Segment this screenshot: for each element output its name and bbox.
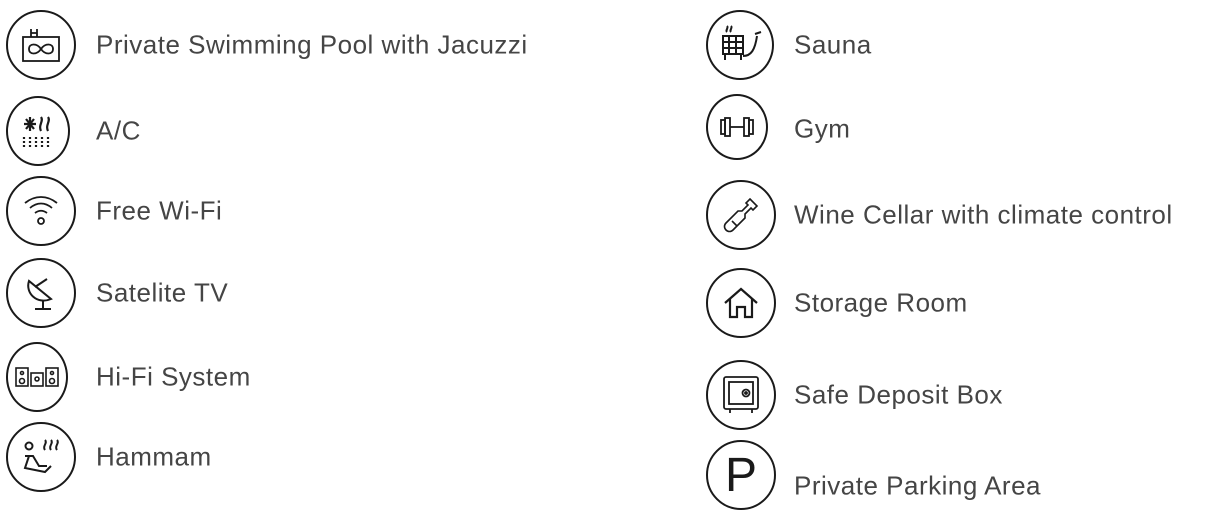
- amenity-item-sauna: Sauna: [706, 10, 1156, 80]
- amenity-item-gym: Gym: [706, 94, 1156, 164]
- amenity-label: Private Swimming Pool with Jacuzzi: [96, 29, 528, 60]
- amenity-label: Wine Cellar with climate control: [794, 199, 1173, 230]
- sauna-icon: [706, 10, 774, 80]
- amenity-item-wifi: Free Wi-Fi: [6, 176, 406, 246]
- amenity-label: Private Parking Area: [794, 470, 1042, 500]
- air-conditioning-icon: [6, 96, 70, 166]
- safe-icon: [706, 360, 776, 430]
- speakers-icon: [6, 342, 68, 412]
- amenity-item-safe: Safe Deposit Box: [706, 360, 1156, 430]
- wine-bottle-icon: [706, 180, 776, 250]
- amenity-label: A/C: [96, 115, 141, 146]
- amenity-item-storage: Storage Room: [706, 268, 1156, 338]
- parking-glyph: P: [724, 449, 757, 502]
- amenity-label: Safe Deposit Box: [794, 379, 1003, 410]
- satellite-dish-icon: [6, 258, 76, 328]
- amenity-label: Storage Room: [794, 287, 968, 318]
- parking-icon: P: [706, 440, 776, 510]
- amenity-label: Gym: [794, 113, 851, 144]
- amenity-item-ac: A/C: [6, 96, 406, 166]
- house-icon: [706, 268, 776, 338]
- amenity-item-hifi: Hi-Fi System: [6, 342, 406, 412]
- hammam-icon: [6, 422, 76, 492]
- amenity-item-pool: Private Swimming Pool with Jacuzzi: [6, 10, 626, 80]
- amenity-label: Hammam: [96, 441, 212, 472]
- amenity-item-hammam: Hammam: [6, 422, 406, 492]
- amenity-label: Satelite TV: [96, 277, 229, 308]
- amenity-label: Free Wi-Fi: [96, 195, 223, 226]
- wifi-icon: [6, 176, 76, 246]
- amenity-item-satellite: Satelite TV: [6, 258, 406, 328]
- amenity-item-wine: Wine Cellar with climate control: [706, 180, 1216, 250]
- dumbbell-icon: [706, 94, 768, 160]
- amenity-item-parking: P Private Parking Area: [706, 440, 1156, 510]
- amenity-label: Sauna: [794, 29, 872, 60]
- amenity-label: Hi-Fi System: [96, 361, 251, 392]
- pool-icon: [6, 10, 76, 80]
